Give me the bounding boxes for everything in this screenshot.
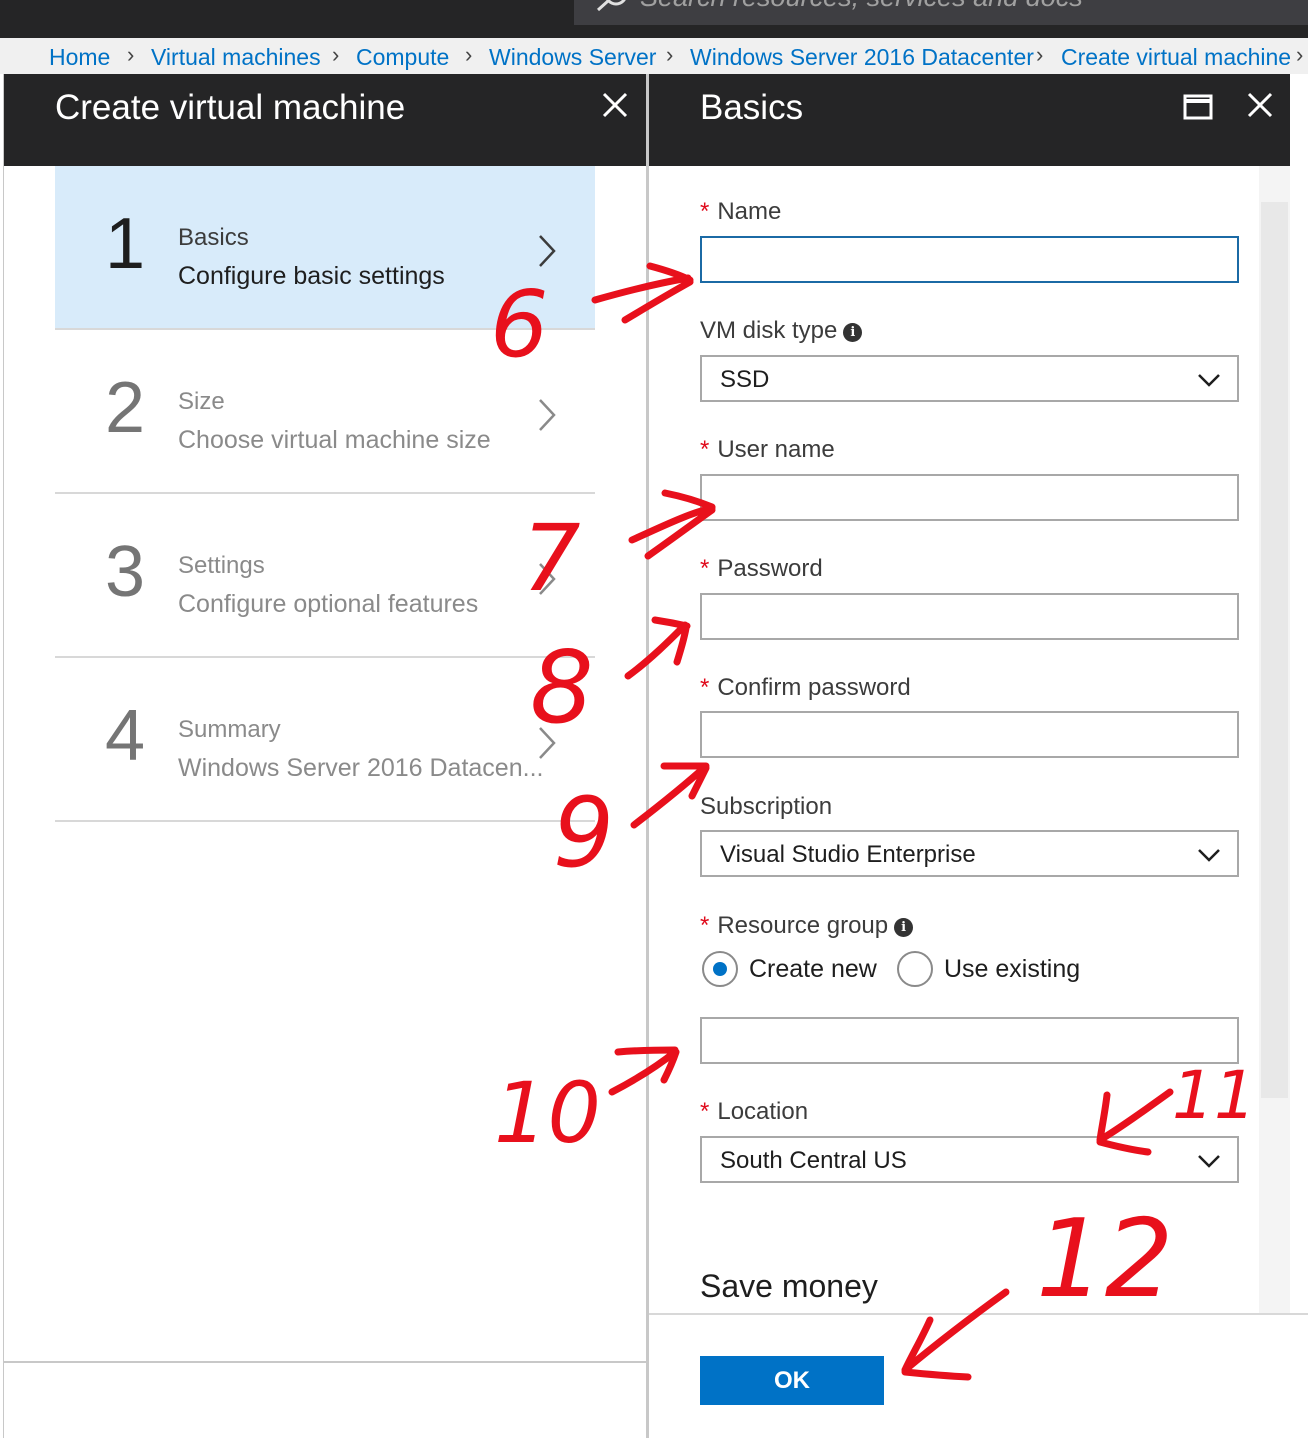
blade-title: Basics xyxy=(700,88,804,127)
create-vm-blade: Create virtual machine 1 Basics Configur… xyxy=(3,74,647,1438)
subscription-value: Visual Studio Enterprise xyxy=(720,841,976,868)
step-title: Summary xyxy=(178,716,281,743)
create-vm-blade-header: Create virtual machine xyxy=(4,74,647,166)
breadcrumb-windows-server-2016[interactable]: Windows Server 2016 Datacenter xyxy=(690,44,1034,71)
confirm-password-label: * Confirm password xyxy=(700,674,911,701)
password-label: * Password xyxy=(700,555,823,582)
basics-blade: Basics * Name VM disk type i SSD * User nam… xyxy=(649,74,1308,1438)
step-size[interactable]: 2 Size Choose virtual machine size xyxy=(55,330,595,494)
location-label: * Location xyxy=(700,1098,809,1125)
resource-group-input[interactable] xyxy=(700,1017,1239,1064)
user-name-input[interactable] xyxy=(700,474,1239,521)
chevron-right-icon xyxy=(539,235,556,267)
chevron-right-icon xyxy=(539,563,556,595)
step-subtitle: Windows Server 2016 Datacen... xyxy=(178,754,544,782)
maximize-icon[interactable] xyxy=(1183,94,1213,120)
password-input[interactable] xyxy=(700,593,1239,640)
step-number: 1 xyxy=(105,204,146,284)
search-placeholder[interactable]: Search resources, services and docs xyxy=(640,0,1083,13)
step-summary[interactable]: 4 Summary Windows Server 2016 Datacen... xyxy=(55,658,595,822)
user-name-label: * User name xyxy=(700,436,835,463)
search-icon xyxy=(596,0,626,12)
breadcrumb-compute[interactable]: Compute xyxy=(356,44,449,71)
name-label: * Name xyxy=(700,198,782,225)
step-title: Settings xyxy=(178,552,265,579)
info-icon[interactable]: i xyxy=(843,323,863,342)
ok-button[interactable]: OK xyxy=(700,1356,884,1405)
scrollbar[interactable] xyxy=(1259,166,1290,1314)
use-existing-radio[interactable] xyxy=(897,951,933,987)
chevron-down-icon xyxy=(1198,849,1220,862)
step-number: 2 xyxy=(105,368,146,448)
disk-type-value: SSD xyxy=(720,366,770,393)
step-subtitle: Configure optional features xyxy=(178,590,479,618)
step-settings[interactable]: 3 Settings Configure optional features xyxy=(55,494,595,658)
close-icon[interactable] xyxy=(1245,90,1275,120)
chevron-right-icon: › xyxy=(1036,42,1044,67)
basics-blade-header: Basics xyxy=(649,74,1290,166)
step-number: 4 xyxy=(105,696,146,776)
breadcrumb-home[interactable]: Home xyxy=(49,44,110,71)
step-title: Size xyxy=(178,388,225,415)
close-icon[interactable] xyxy=(600,90,630,120)
name-input[interactable] xyxy=(700,236,1239,283)
use-existing-label[interactable]: Use existing xyxy=(944,955,1080,984)
disk-type-select[interactable]: SSD xyxy=(700,355,1239,402)
save-money-heading: Save money xyxy=(700,1268,878,1304)
create-new-radio[interactable] xyxy=(702,951,738,987)
search-box[interactable]: Search resources, services and docs xyxy=(574,0,1308,25)
step-title: Basics xyxy=(178,224,249,251)
radio-selected-dot xyxy=(713,962,727,976)
chevron-right-icon: › xyxy=(465,42,473,67)
chevron-right-icon xyxy=(539,727,556,759)
step-subtitle: Configure basic settings xyxy=(178,262,445,290)
breadcrumb: Home › Virtual machines › Compute › Wind… xyxy=(0,38,1308,74)
chevron-right-icon: › xyxy=(1296,42,1304,67)
create-new-label[interactable]: Create new xyxy=(749,955,877,984)
chevron-down-icon xyxy=(1198,374,1220,387)
resource-group-label: * Resource group i xyxy=(700,912,914,940)
location-value: South Central US xyxy=(720,1147,907,1174)
breadcrumb-windows-server[interactable]: Windows Server xyxy=(489,44,656,71)
location-select[interactable]: South Central US xyxy=(700,1136,1239,1183)
step-basics[interactable]: 1 Basics Configure basic settings xyxy=(55,166,595,330)
step-number: 3 xyxy=(105,532,146,612)
divider xyxy=(4,1361,647,1363)
chevron-right-icon: › xyxy=(332,42,340,67)
disk-type-label: VM disk type i xyxy=(700,317,863,345)
breadcrumb-create-vm[interactable]: Create virtual machine xyxy=(1061,44,1291,71)
top-bar: Search resources, services and docs xyxy=(0,0,1308,38)
chevron-right-icon: › xyxy=(127,42,135,67)
step-subtitle: Choose virtual machine size xyxy=(178,426,491,454)
chevron-down-icon xyxy=(1198,1155,1220,1168)
info-icon[interactable]: i xyxy=(894,918,914,937)
subscription-select[interactable]: Visual Studio Enterprise xyxy=(700,830,1239,877)
blade-title: Create virtual machine xyxy=(55,88,406,127)
subscription-label: Subscription xyxy=(700,793,833,820)
breadcrumb-virtual-machines[interactable]: Virtual machines xyxy=(151,44,321,71)
confirm-password-input[interactable] xyxy=(700,711,1239,758)
chevron-right-icon xyxy=(539,399,556,431)
chevron-right-icon: › xyxy=(666,42,674,67)
footer-divider xyxy=(649,1313,1308,1315)
scrollbar-thumb[interactable] xyxy=(1261,202,1288,1098)
